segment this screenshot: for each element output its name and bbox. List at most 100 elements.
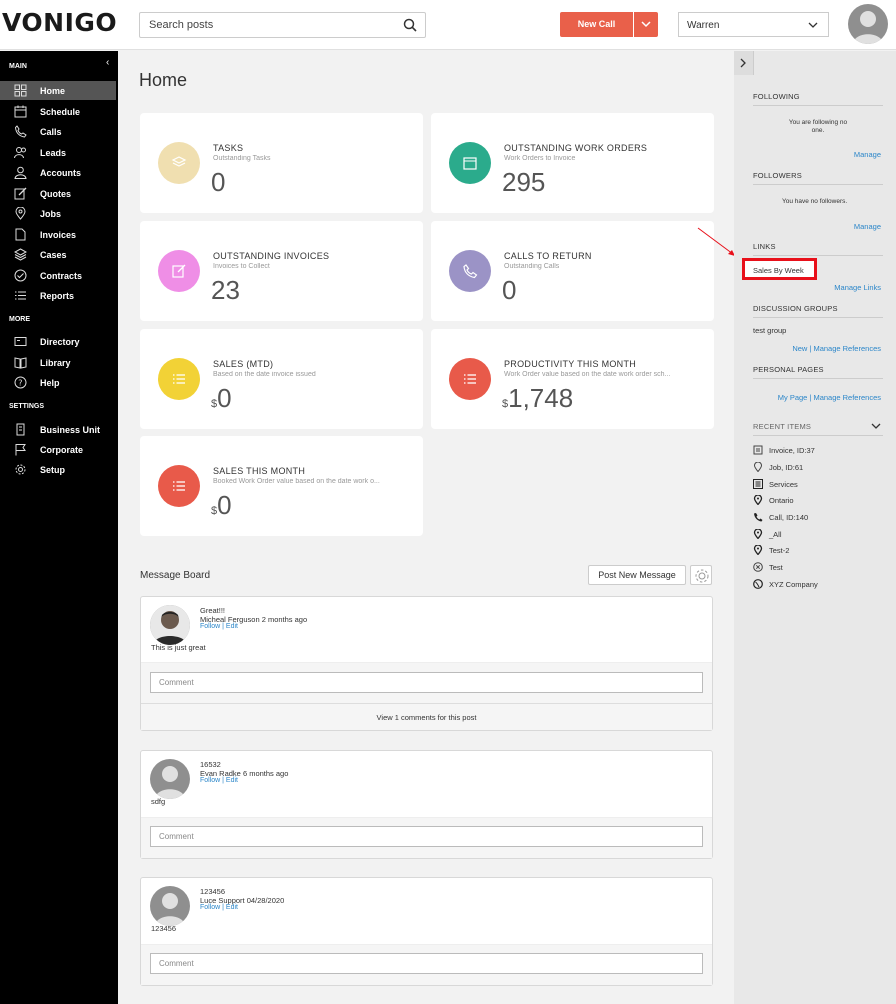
outstanding-work-orders-card[interactable]: OUTSTANDING WORK ORDERS Work Orders to I… [431,113,714,213]
building-icon [16,423,25,436]
avatar-silhouette-icon [853,11,883,44]
annotation-arrow-icon [697,227,735,256]
search-box[interactable] [139,12,426,38]
person-icon [14,166,27,179]
card-subtitle: Work Orders to Invoice [504,155,576,162]
recent-item-label: Test [769,563,783,572]
right-panel-toggle[interactable] [734,51,754,75]
sidebar-item-help[interactable]: ? Help [0,373,116,392]
recent-item-label: Invoice, ID:37 [769,446,815,455]
recent-item[interactable]: _All [753,528,883,542]
sidebar-item-business-unit[interactable]: Business Unit [0,420,116,439]
sidebar-item-corporate[interactable]: Corporate [0,440,116,459]
list-box-icon [753,479,763,489]
layers-icon [171,156,187,167]
sidebar-item-label: Directory [40,337,80,347]
recent-item[interactable]: Test [753,561,883,575]
globe-icon [753,579,763,589]
sales-this-month-card[interactable]: SALES THIS MONTH Booked Work Order value… [140,436,423,536]
recent-items-header[interactable]: RECENT ITEMS [753,422,883,436]
message-board-settings-button[interactable] [690,565,712,585]
card-value: 1,748 [508,383,574,413]
chevron-right-icon [740,58,746,68]
avatar-silhouette-icon [155,893,185,926]
page-title: Home [139,70,188,90]
post-new-message-button[interactable]: Post New Message [588,565,686,585]
following-manage-link[interactable]: Manage [854,150,881,159]
discussion-group-item[interactable]: test group [753,326,786,335]
app-logo[interactable]: VONIGO [2,8,117,37]
sidebar-item-quotes[interactable]: Quotes [0,184,116,203]
search-icon[interactable] [403,18,417,32]
user-select[interactable]: Warren [678,12,829,37]
user-avatar[interactable] [848,4,888,44]
followers-text: You have no followers. [782,198,848,205]
sidebar-item-directory[interactable]: Directory [0,332,116,351]
recent-item[interactable]: XYZ Company [753,578,883,592]
phone-icon [14,125,27,138]
post-author-avatar[interactable] [150,886,190,926]
card-icon [14,337,27,346]
sidebar-item-label: Corporate [40,445,84,455]
message-board-title: Message Board [140,570,211,581]
link-item-highlight[interactable]: Sales By Week [742,258,817,280]
book-icon [14,357,27,369]
sidebar-item-invoices[interactable]: Invoices [0,225,116,244]
comment-field[interactable] [150,953,703,974]
comment-input[interactable] [159,959,689,968]
sidebar-item-leads[interactable]: Leads [0,143,116,162]
productivity-card[interactable]: PRODUCTIVITY THIS MONTH Work Order value… [431,329,714,429]
post-author-avatar[interactable] [150,605,190,645]
personal-pages-header: PERSONAL PAGES [753,365,883,379]
sidebar-item-schedule[interactable]: Schedule [0,102,116,121]
collapse-sidebar-icon[interactable]: ‹ [106,57,109,68]
message-post: 123456 Luce Support 04/28/2020 Follow | … [140,877,713,986]
sidebar-item-jobs[interactable]: Jobs [0,204,116,223]
followers-manage-link[interactable]: Manage [854,222,881,231]
help-icon: ? [14,376,27,389]
phone-icon [754,513,763,522]
post-body: This is just great [151,643,206,652]
recent-item[interactable]: Services [753,478,883,492]
recent-item[interactable]: Invoice, ID:37 [753,444,883,458]
sidebar-item-calls[interactable]: Calls [0,122,116,141]
post-follow-edit-links[interactable]: Follow | Edit [200,904,238,911]
top-header: VONIGO New Call Warren [0,0,896,50]
link-item-sales-by-week[interactable]: Sales By Week [753,266,804,275]
sidebar-item-reports[interactable]: Reports [0,286,116,305]
post-follow-edit-links[interactable]: Follow | Edit [200,623,238,630]
sidebar-item-label: Cases [40,250,67,260]
search-input[interactable] [149,19,389,31]
sidebar-item-accounts[interactable]: Accounts [0,163,116,182]
recent-item[interactable]: Test-2 [753,544,883,558]
recent-item[interactable]: Call, ID:140 [753,511,883,525]
new-call-button[interactable]: New Call [560,12,633,37]
message-post: Great!!! Micheal Ferguson 2 months ago F… [140,596,713,731]
view-comments-link[interactable]: View 1 comments for this post [141,713,712,722]
manage-links-link[interactable]: Manage Links [834,283,881,292]
calls-icon-circle [449,250,491,292]
post-title: 16532 [200,760,221,769]
outstanding-invoices-card[interactable]: OUTSTANDING INVOICES Invoices to Collect… [140,221,423,321]
sidebar-item-library[interactable]: Library [0,353,116,372]
personal-pages-links[interactable]: My Page | Manage References [778,393,881,402]
tasks-card[interactable]: TASKS Outstanding Tasks 0 [140,113,423,213]
card-value: 0 [211,167,226,197]
sidebar-item-home[interactable]: Home [0,81,116,100]
comment-field[interactable] [150,826,703,847]
new-call-dropdown[interactable] [634,12,658,37]
recent-item[interactable]: Job, ID:61 [753,461,883,475]
sidebar-item-cases[interactable]: Cases [0,245,116,264]
post-follow-edit-links[interactable]: Follow | Edit [200,777,238,784]
recent-item[interactable]: Ontario [753,494,883,508]
comment-input[interactable] [159,832,689,841]
card-subtitle: Based on the date invoice issued [213,371,316,378]
discussion-links[interactable]: New | Manage References [792,344,881,353]
comment-field[interactable] [150,672,703,693]
post-author-avatar[interactable] [150,759,190,799]
comment-input[interactable] [159,678,689,687]
sidebar-item-setup[interactable]: Setup [0,460,116,479]
sidebar-item-contracts[interactable]: Contracts [0,266,116,285]
sales-mtd-card[interactable]: SALES (MTD) Based on the date invoice is… [140,329,423,429]
calls-to-return-card[interactable]: CALLS TO RETURN Outstanding Calls 0 [431,221,714,321]
